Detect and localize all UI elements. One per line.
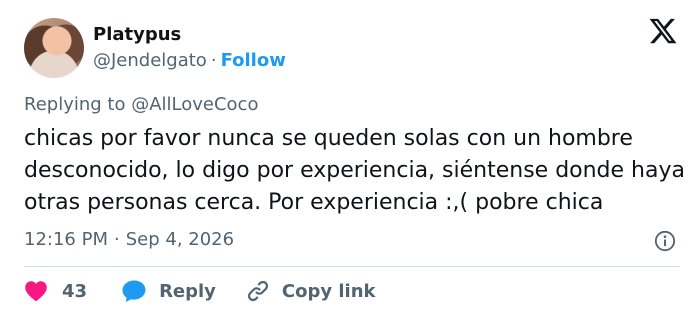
replying-to[interactable]: Replying to @AllLoveCoco bbox=[24, 94, 258, 116]
info-icon[interactable] bbox=[654, 230, 676, 252]
link-icon bbox=[247, 280, 268, 302]
timestamp-separator: · bbox=[113, 229, 120, 250]
tweet-time: 12:16 PM bbox=[24, 229, 108, 250]
divider bbox=[24, 266, 680, 267]
reply-label: Reply bbox=[159, 280, 216, 302]
user-handle[interactable]: @Jendelgato bbox=[93, 50, 207, 71]
copy-link-label: Copy link bbox=[281, 280, 376, 302]
tweet-text: chicas por favor nunca se queden solas c… bbox=[24, 126, 685, 215]
avatar[interactable] bbox=[24, 18, 84, 78]
like-count: 43 bbox=[62, 280, 88, 302]
reply-button[interactable]: Reply bbox=[121, 279, 246, 303]
handle-row: @Jendelgato · Follow bbox=[93, 50, 286, 72]
tweet-date: Sep 4, 2026 bbox=[125, 229, 235, 250]
separator-dot: · bbox=[210, 50, 217, 71]
x-logo-icon[interactable] bbox=[648, 16, 678, 46]
copy-link-button[interactable]: Copy link bbox=[246, 279, 376, 303]
follow-button[interactable]: Follow bbox=[221, 50, 286, 71]
heart-icon bbox=[25, 281, 47, 302]
speech-bubble-icon bbox=[122, 280, 146, 302]
tweet-card: Platypus @Jendelgato · Follow Replying to … bbox=[0, 0, 700, 318]
timestamp[interactable]: 12:16 PM · Sep 4, 2026 bbox=[24, 229, 234, 251]
display-name[interactable]: Platypus bbox=[93, 24, 181, 46]
action-bar: 43 Reply Copy link bbox=[24, 278, 376, 304]
like-button[interactable]: 43 bbox=[24, 280, 121, 302]
